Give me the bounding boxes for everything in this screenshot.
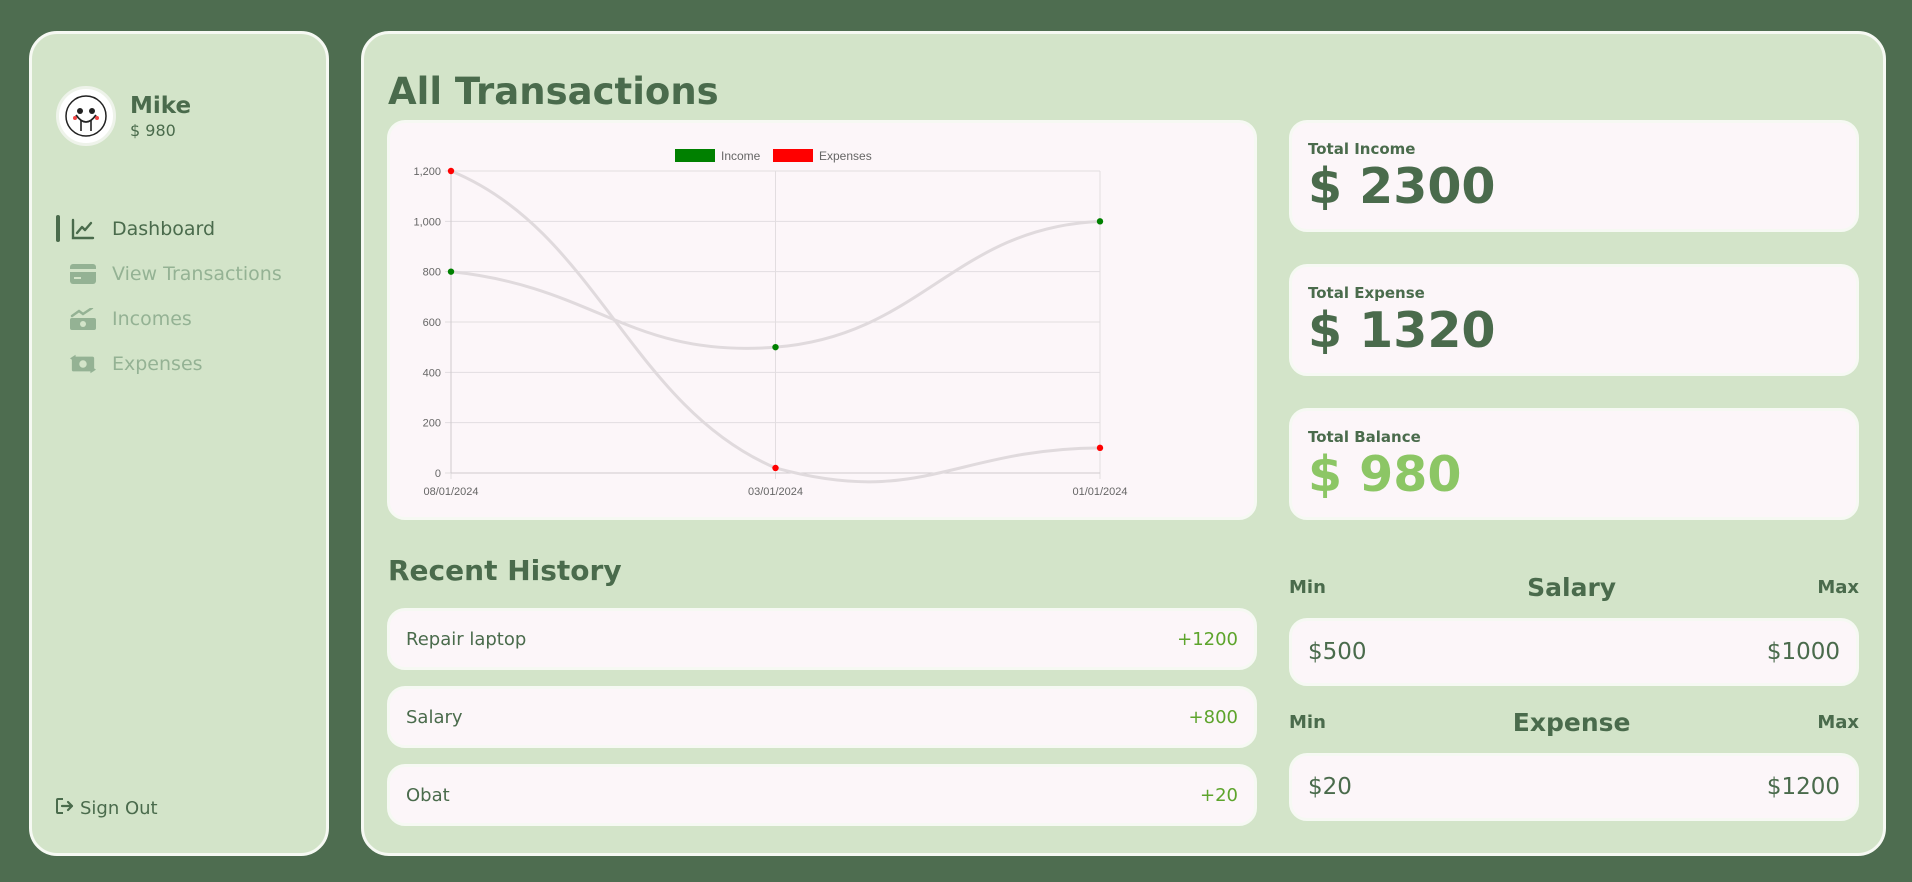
sidebar: Mike $ 980 Dashboard View Transactions I… (29, 31, 329, 856)
chart-legend-swatch-income (675, 149, 715, 162)
main-panel: All Transactions 0 200 400 600 800 1,000 1,200… (361, 31, 1886, 856)
history-item-amount: +800 (1188, 706, 1238, 728)
chart-y-tick-label: 0 (435, 468, 441, 480)
chart-svg: 0 200 400 600 800 1,000 1,200 08/01/2024 03/01/2… (413, 149, 1128, 498)
chart-legend-swatch-expenses (773, 149, 813, 162)
expense-range-card: $20 $1200 (1289, 753, 1859, 821)
user-balance: $ 980 (130, 120, 176, 140)
money-bill-transfer-icon (70, 351, 96, 377)
chart-y-tick-label: 400 (423, 367, 441, 379)
credit-card-icon (70, 261, 96, 287)
expense-range-header: Min Expense Max (1289, 707, 1859, 737)
sign-out-label: Sign Out (80, 798, 158, 819)
expense-max-value: $1200 (1766, 774, 1840, 800)
chart-y-tick-label: 200 (423, 418, 441, 430)
nav-item-expenses[interactable]: Expenses (56, 341, 306, 386)
salary-range-card: $500 $1000 (1289, 618, 1859, 686)
chart-x-tick-label: 08/01/2024 (423, 486, 478, 498)
nav-label-dashboard: Dashboard (112, 217, 216, 240)
nav-label-view-transactions: View Transactions (112, 262, 282, 285)
chart-point-income (447, 268, 455, 275)
nav-item-dashboard[interactable]: Dashboard (56, 206, 306, 251)
chart-point-expenses (772, 464, 779, 472)
chart-legend-label-expenses: Expenses (819, 149, 872, 163)
chart-point-income (772, 343, 779, 351)
salary-min-value: $500 (1308, 639, 1367, 665)
chart-x-tick-label: 01/01/2024 (1072, 486, 1127, 498)
total-expense-value: $ 1320 (1308, 302, 1496, 359)
total-expense-label: Total Expense (1308, 284, 1425, 302)
history-item: Salary +800 (387, 686, 1257, 748)
transactions-chart: 0 200 400 600 800 1,000 1,200 08/01/2024 03/01/2… (387, 120, 1257, 520)
salary-range-title: Salary (1527, 572, 1617, 602)
salary-max-value: $1000 (1766, 639, 1840, 665)
salary-range-header: Min Salary Max (1289, 572, 1859, 602)
chart-y-tick-label: 1,200 (413, 166, 441, 178)
nav-label-incomes: Incomes (112, 307, 192, 330)
total-income-label: Total Income (1308, 140, 1416, 158)
history-item-name: Salary (406, 706, 463, 728)
chart-point-income (1096, 218, 1104, 225)
total-expense-card: Total Expense $ 1320 (1289, 264, 1859, 376)
user-name: Mike (130, 92, 192, 119)
chart-y-tick-label: 1,000 (413, 216, 441, 228)
history-item: Obat +20 (387, 764, 1257, 826)
total-balance-value: $ 980 (1308, 446, 1462, 503)
user-profile: Mike $ 980 (56, 86, 191, 146)
expense-min-label: Min (1289, 711, 1326, 733)
history-item-amount: +1200 (1177, 628, 1238, 650)
chart-y-tick-label: 600 (423, 317, 441, 329)
nav-item-view-transactions[interactable]: View Transactions (56, 251, 306, 296)
chart-point-expenses (1096, 444, 1104, 452)
chart-x-tick-label: 03/01/2024 (748, 486, 803, 498)
avatar (56, 86, 116, 146)
history-item-amount: +20 (1200, 784, 1238, 806)
avatar-face-icon (65, 95, 107, 137)
total-income-value: $ 2300 (1308, 158, 1496, 215)
nav-label-expenses: Expenses (112, 352, 203, 375)
expense-max-label: Max (1817, 711, 1859, 733)
salary-min-label: Min (1289, 576, 1326, 598)
total-income-card: Total Income $ 2300 (1289, 120, 1859, 232)
chart-point-expenses (447, 167, 455, 175)
history-item: Repair laptop +1200 (387, 608, 1257, 670)
expense-range-title: Expense (1512, 707, 1631, 737)
chart-line-icon (70, 216, 96, 242)
sidebar-nav: Dashboard View Transactions Incomes Expe… (56, 206, 306, 386)
history-item-name: Obat (406, 784, 450, 806)
page-title: All Transactions (388, 70, 719, 113)
chart-legend-label-income: Income (721, 149, 761, 163)
money-bill-trend-up-icon (70, 306, 96, 332)
recent-history-title: Recent History (388, 554, 622, 587)
total-balance-card: Total Balance $ 980 (1289, 408, 1859, 520)
sign-out-icon (56, 798, 74, 819)
history-item-name: Repair laptop (406, 628, 527, 650)
salary-max-label: Max (1817, 576, 1859, 598)
total-balance-label: Total Balance (1308, 428, 1421, 446)
expense-min-value: $20 (1308, 774, 1352, 800)
nav-item-incomes[interactable]: Incomes (56, 296, 306, 341)
sign-out-button[interactable]: Sign Out (56, 798, 158, 819)
chart-y-tick-label: 800 (423, 267, 441, 279)
